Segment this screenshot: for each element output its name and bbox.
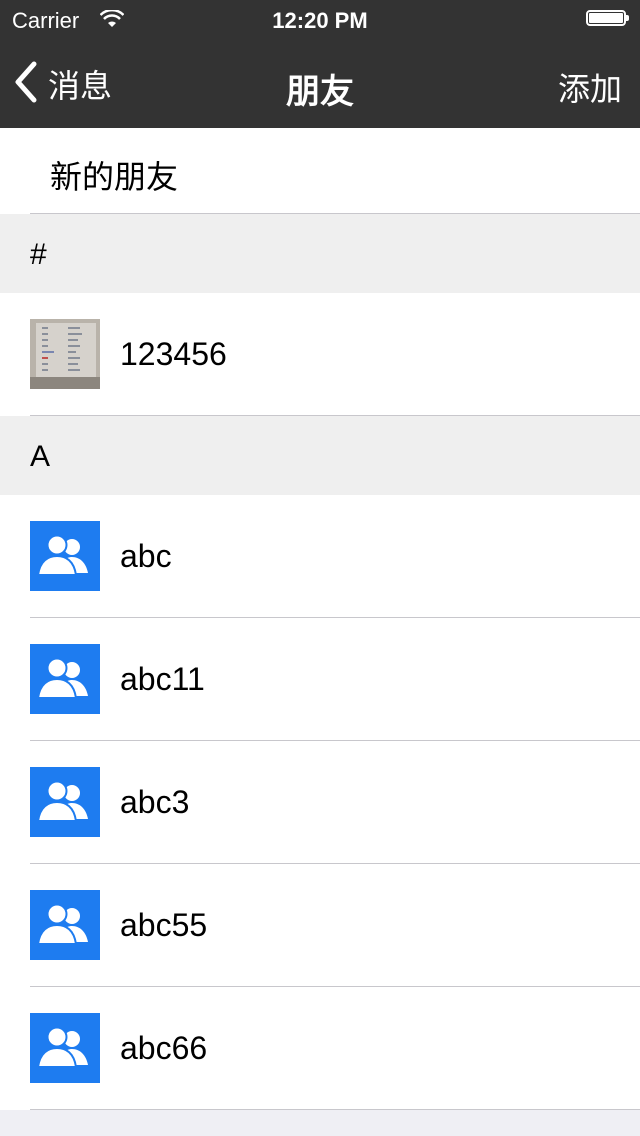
contact-name: 123456 [120,336,227,372]
navigation-bar: 消息 朋友 添加 [0,40,640,128]
contact-row[interactable]: abc66 [0,987,640,1109]
contact-row[interactable]: abc11 [0,618,640,740]
status-bar: Carrier 12:20 PM [0,0,640,40]
group-icon [30,890,100,960]
contacts-list: 新的朋友 # 123456 A abc abc11 abc3 abc55 abc… [0,128,640,1110]
new-friends-row[interactable]: 新的朋友 [0,128,640,213]
section-header-label: A [30,440,51,473]
contact-name: abc3 [120,784,190,820]
contact-row[interactable]: abc [0,495,640,617]
group-icon [30,1013,100,1083]
section-header-a: A [0,416,640,495]
contact-name: abc [120,538,172,574]
divider [30,1109,640,1110]
contact-row[interactable]: 123456 [0,293,640,415]
contact-name: abc66 [120,1030,208,1066]
battery-icon [586,10,630,28]
page-title: 朋友 [286,73,354,111]
group-icon [30,767,100,837]
section-header-label: # [30,238,47,271]
group-icon [30,521,100,591]
contact-row[interactable]: abc55 [0,864,640,986]
section-header-hash: # [0,214,640,293]
status-time: 12:20 PM [272,8,368,33]
contact-row[interactable]: abc3 [0,741,640,863]
contact-name: abc11 [120,661,205,697]
group-icon [30,644,100,714]
avatar [30,319,100,389]
add-button[interactable]: 添加 [558,64,622,110]
contact-name: abc55 [120,907,208,943]
new-friends-label: 新的朋友 [50,159,179,195]
